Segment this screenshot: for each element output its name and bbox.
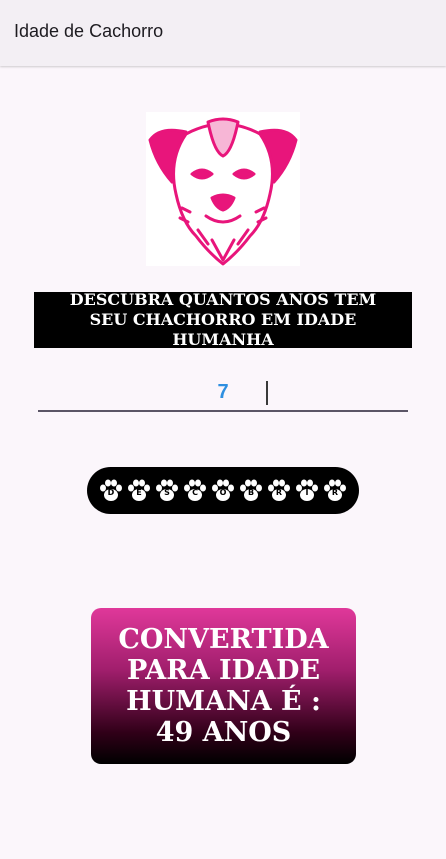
paw-letter-text: D: [107, 487, 115, 497]
result-box: CONVERTIDA PARA IDADE HUMANA É : 49 ANOS: [91, 608, 356, 764]
dog-age-input[interactable]: [38, 376, 408, 408]
dog-image: [146, 112, 300, 266]
paw-letter-text: R: [275, 487, 283, 497]
instruction-banner: DESCUBRA QUANTOS ANOS TEM SEU CHACHORRO …: [34, 290, 412, 349]
paw-letter-2: S: [154, 478, 180, 504]
text-caret: [266, 381, 268, 405]
paw-letter-7: I: [294, 478, 320, 504]
paw-letter-text: B: [247, 487, 255, 497]
paw-letter-text: C: [192, 487, 198, 497]
discover-button[interactable]: DESCOBRIR: [87, 467, 359, 514]
dog-age-field[interactable]: [38, 376, 408, 412]
app-title: Idade de Cachorro: [14, 21, 164, 41]
app-bar: Idade de Cachorro: [0, 0, 446, 66]
paw-letter-8: R: [322, 478, 348, 504]
result-text: CONVERTIDA PARA IDADE HUMANA É : 49 ANOS: [118, 624, 329, 748]
paw-letter-6: R: [266, 478, 292, 504]
paw-letter-1: E: [126, 478, 152, 504]
paw-letter-5: B: [238, 478, 264, 504]
paw-letter-4: O: [210, 478, 236, 504]
dog-head-icon: [148, 117, 298, 266]
paw-letter-0: D: [98, 478, 124, 504]
paw-letter-text: O: [219, 487, 227, 497]
paw-letter-3: C: [182, 478, 208, 504]
paw-letter-text: I: [305, 487, 309, 497]
paw-letter-text: E: [136, 487, 142, 497]
paw-letter-text: S: [164, 487, 170, 497]
instruction-text: DESCUBRA QUANTOS ANOS TEM SEU CHACHORRO …: [69, 290, 377, 349]
paw-letter-text: R: [331, 487, 339, 497]
